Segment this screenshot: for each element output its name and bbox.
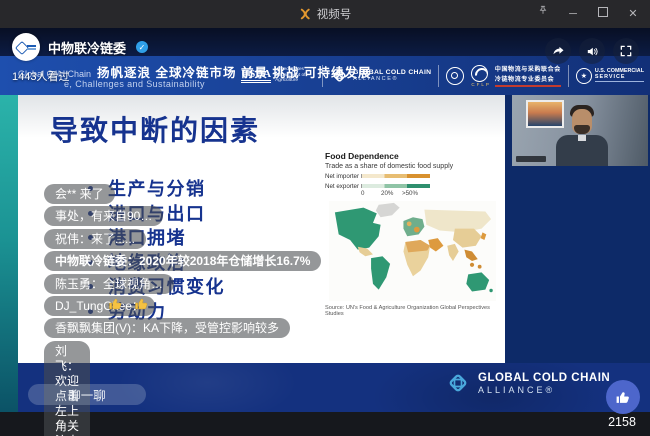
chart-source: Source: UN's Food & Agriculture Organiza… <box>325 305 503 317</box>
presenter-collar <box>578 135 586 141</box>
like-count: 2158 <box>602 415 642 429</box>
exporter-scale-bar <box>361 184 430 189</box>
gcca-knot-icon <box>330 66 349 85</box>
presenter-webcam <box>512 95 648 166</box>
ucs-line2: SERVICE <box>595 74 644 80</box>
wall-picture <box>526 100 564 128</box>
cflp-line1: 中国物流与采购联合会 <box>495 64 561 73</box>
share-icon <box>551 44 566 59</box>
cflp-line2: 冷链物流专业委员会 <box>495 74 561 83</box>
close-icon[interactable]: ✕ <box>626 0 640 28</box>
us-commercial-service-logo: ★ U.S. COMMERCIAL SERVICE <box>576 68 644 84</box>
chat-message: 事处，有来自90… <box>44 206 163 226</box>
slide-title: 导致中断的因素 <box>50 109 260 149</box>
like-thumb-icon <box>615 389 632 406</box>
usda-wordmark: USDA <box>241 68 271 83</box>
tick-label: >50% <box>402 190 418 197</box>
gcca-line2: ALLIANCE® <box>353 76 431 82</box>
window-titlebar: 视频号 ─ ✕ <box>0 0 650 28</box>
ucs-tagline <box>595 81 644 83</box>
usda-logo: USDA United States Department of Agricul… <box>241 67 315 84</box>
partner-logos: USDA United States Department of Agricul… <box>241 58 644 93</box>
cflp-underline <box>495 85 561 87</box>
divider <box>438 65 439 87</box>
footer-logo-line1: GLOBAL COLD CHAIN <box>478 372 610 384</box>
seal-logo <box>446 67 464 85</box>
window-controls: ─ ✕ <box>536 0 640 28</box>
channel-info[interactable]: 中物联冷链委 ✓ <box>12 33 148 61</box>
gcca-line1: GLOBAL COLD CHAIN <box>353 69 431 76</box>
world-map <box>325 201 500 301</box>
legend-row: Net importer <box>325 173 503 180</box>
bottom-bar: 2158 <box>0 412 650 436</box>
channels-logo-icon <box>299 7 312 21</box>
fullscreen-button[interactable] <box>613 38 639 64</box>
ucs-emblem-icon: ★ <box>576 68 592 84</box>
food-dependence-chart: Food Dependence Trade as a share of dome… <box>325 151 503 317</box>
legend-label: Net importer <box>325 173 361 180</box>
chat-message: 中物联冷链委：2020年较2018年仓储增长16.7% <box>44 251 321 271</box>
gcca-knot-icon <box>445 370 471 396</box>
gcca-logo: GLOBAL COLD CHAIN ALLIANCE® <box>330 66 431 85</box>
like-button[interactable] <box>606 380 640 414</box>
chat-message: 香飘飘集团(V)：KA下降，受管控影响较多 <box>44 318 290 338</box>
tick-label: 0 <box>361 190 364 197</box>
share-button[interactable] <box>545 38 571 64</box>
verified-badge-icon: ✓ <box>136 41 148 53</box>
scale-ticks: 0 20% >50% <box>361 190 441 198</box>
chart-title: Food Dependence <box>325 151 503 161</box>
presenter-beard <box>574 125 590 134</box>
thumbs-up-emoji <box>134 296 150 317</box>
chat-message: 陈玉勇：全球视角… <box>44 274 174 294</box>
maximize-icon[interactable] <box>596 0 610 28</box>
pin-icon[interactable] <box>536 0 550 28</box>
channel-avatar[interactable] <box>12 33 40 61</box>
footer-logo-line2: ALLIANCE® <box>478 385 610 395</box>
app-identity: 视频号 <box>299 0 352 28</box>
cflp-emblem-icon <box>471 65 488 82</box>
minimize-icon[interactable]: ─ <box>566 0 580 28</box>
app-title: 视频号 <box>317 6 352 22</box>
importer-scale-bar <box>361 174 430 179</box>
fullscreen-icon <box>619 44 633 58</box>
app-window: 视频号 ─ ✕ Global Cold Chain扬帆逐浪 全球冷链市场 前景 … <box>0 0 650 436</box>
cflp-logo: CFLP 中国物流与采购联合会 冷链物流专业委员会 <box>471 64 561 87</box>
divider <box>568 65 569 87</box>
speaker-icon <box>585 44 600 59</box>
chart-subtitle: Trade as a share of domestic food supply <box>325 163 503 170</box>
presenter-name-tag <box>516 156 546 162</box>
channel-name: 中物联冷链委 <box>48 38 126 57</box>
legend-row: Net exporter <box>325 183 503 190</box>
usda-name: United States Department of Agriculture <box>275 67 315 84</box>
slide-header-subtitle: e, Challenges and Sustainability <box>64 79 205 89</box>
legend-label: Net exporter <box>325 183 361 190</box>
chat-message: 会** 来了 <box>44 184 115 204</box>
volume-button[interactable] <box>579 38 605 64</box>
gcca-footer-logo: GLOBAL COLD CHAIN ALLIANCE® <box>445 370 610 396</box>
slide-accent-bar <box>0 95 18 412</box>
tick-label: 20% <box>381 190 393 197</box>
cflp-abbr: CFLP <box>471 82 491 87</box>
view-count: 1443人看过 <box>12 68 69 84</box>
live-video-player: Global Cold Chain扬帆逐浪 全球冷链市场 前景 挑战 可持续发展… <box>0 28 650 412</box>
comment-input[interactable]: 聊一聊 <box>28 384 146 405</box>
divider <box>322 65 323 87</box>
chat-message: 祝伟：来了...... <box>44 229 146 249</box>
thumbs-up-emoji <box>108 296 124 317</box>
